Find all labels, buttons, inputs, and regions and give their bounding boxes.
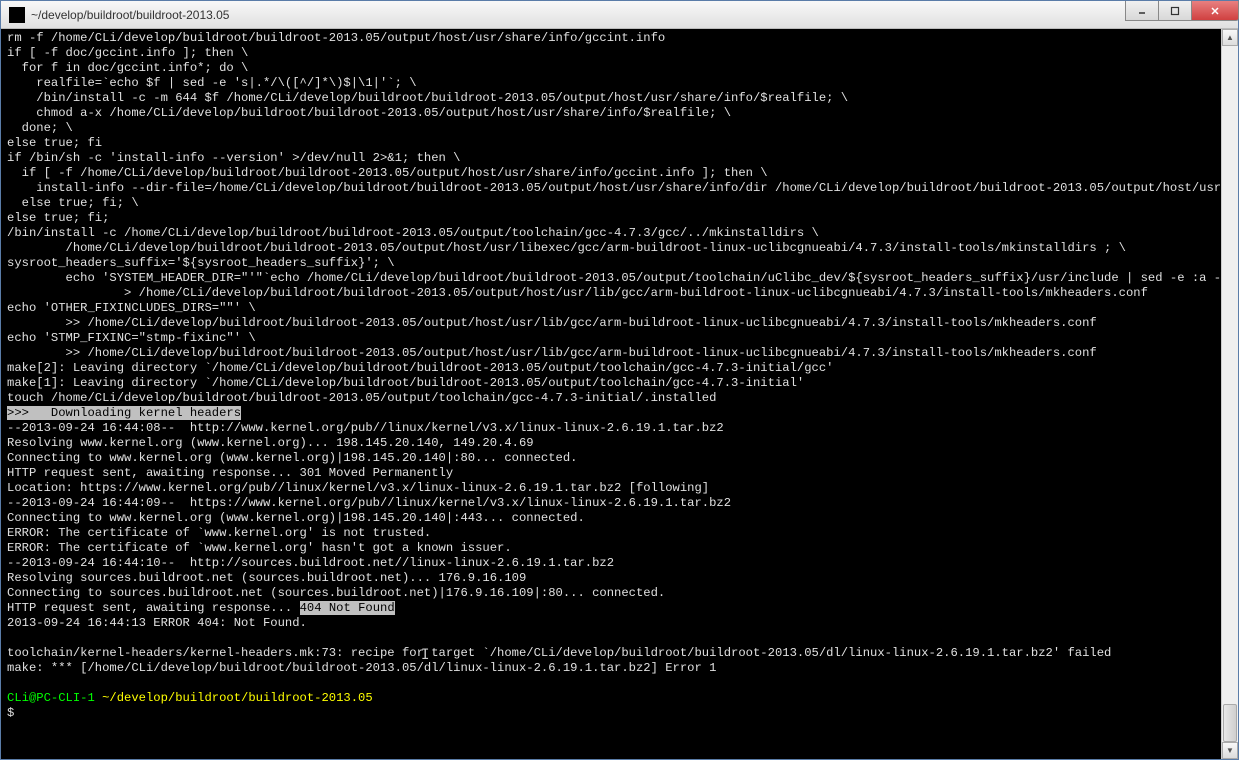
prompt-user: CLi@PC-CLI-1 [7,691,102,705]
prompt-path: ~/develop/buildroot/buildroot-2013.05 [102,691,373,705]
highlight-downloading: >>> Downloading kernel headers [7,406,241,420]
highlight-404: 404 Not Found [300,601,395,615]
maximize-button[interactable] [1158,1,1192,21]
output-block-2: --2013-09-24 16:44:08-- http://www.kerne… [7,421,731,600]
scroll-thumb[interactable] [1223,704,1237,742]
output-block-1: rm -f /home/CLi/develop/buildroot/buildr… [7,31,1221,405]
titlebar[interactable]: ~/develop/buildroot/buildroot-2013.05 [1,1,1238,29]
vertical-scrollbar[interactable]: ▲ ▼ [1221,29,1238,759]
terminal-output[interactable]: rm -f /home/CLi/develop/buildroot/buildr… [1,29,1221,759]
close-button[interactable] [1191,1,1239,21]
scroll-down-button[interactable]: ▼ [1222,742,1238,759]
scroll-track[interactable] [1222,46,1238,742]
terminal-window: ~/develop/buildroot/buildroot-2013.05 rm… [0,0,1239,760]
prompt-char: $ [7,706,14,720]
output-line-http: HTTP request sent, awaiting response... [7,601,300,615]
scroll-up-button[interactable]: ▲ [1222,29,1238,46]
terminal-area: rm -f /home/CLi/develop/buildroot/buildr… [1,29,1238,759]
minimize-button[interactable] [1125,1,1159,21]
app-icon [9,7,25,23]
window-controls [1125,1,1238,28]
window-title: ~/develop/buildroot/buildroot-2013.05 [31,8,1125,22]
output-block-3: 2013-09-24 16:44:13 ERROR 404: Not Found… [7,616,1111,675]
